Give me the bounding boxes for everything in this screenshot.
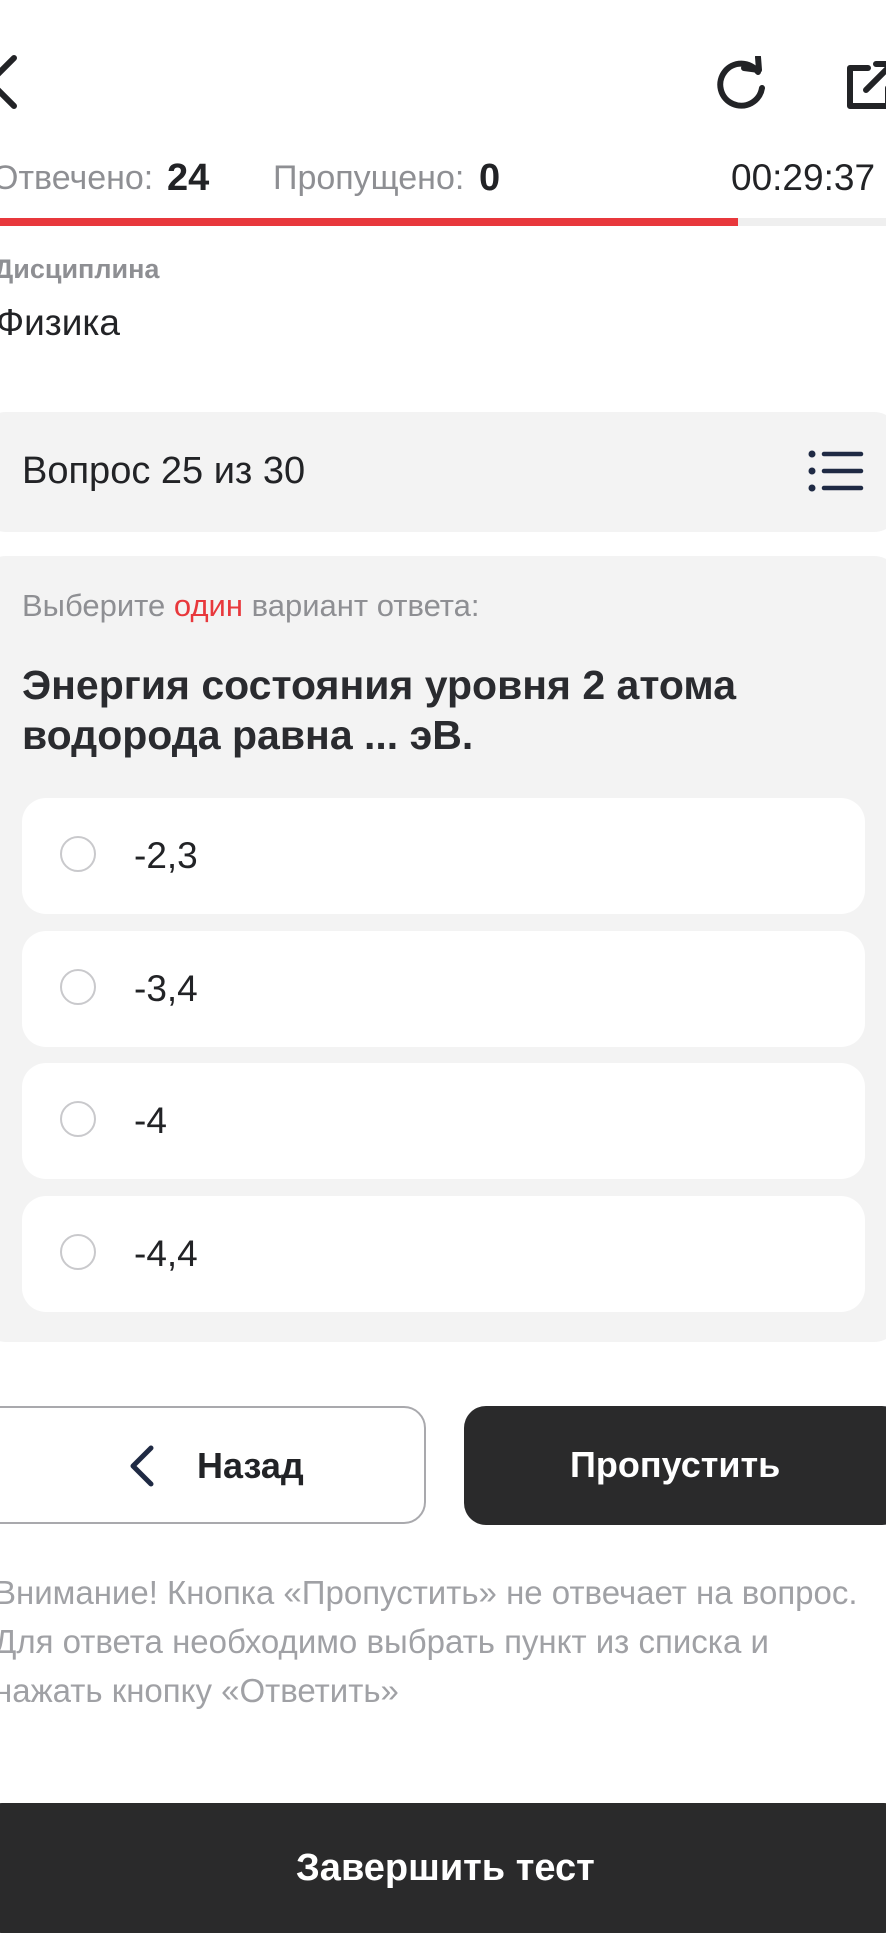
instruction-suffix: вариант ответа: — [251, 588, 480, 623]
question-list-icon[interactable] — [808, 449, 864, 493]
question-counter: Вопрос 25 из 30 — [22, 450, 306, 492]
external-link-icon[interactable] — [842, 58, 886, 114]
instruction-prefix: Выберите — [22, 588, 166, 623]
answered-label: Отвечено: — [0, 159, 154, 197]
answer-option-2[interactable]: -3,4 — [22, 931, 865, 1047]
answer-option-3[interactable]: -4 — [22, 1063, 865, 1179]
answer-option-4[interactable]: -4,4 — [22, 1196, 865, 1312]
answer-instruction: Выберите один вариант ответа: — [22, 588, 480, 624]
reload-icon[interactable] — [712, 54, 770, 114]
radio-button[interactable] — [60, 1234, 96, 1270]
stats-row: Отвечено: 24 Пропущено: 0 00:29:37 — [0, 154, 886, 202]
instruction-accent: один — [173, 588, 243, 623]
question-text: Энергия состояния уровня 2 атома водород… — [22, 662, 736, 758]
answered-count: 24 — [167, 157, 210, 199]
answer-option-label: -3,4 — [134, 968, 198, 1009]
finish-test-button[interactable]: Завершить тест — [0, 1803, 886, 1933]
radio-button[interactable] — [60, 836, 96, 872]
back-button[interactable]: Назад — [0, 1406, 426, 1524]
skipped-count: 0 — [479, 157, 501, 199]
radio-button[interactable] — [60, 969, 96, 1005]
skipped-label: Пропущено: — [273, 159, 465, 197]
radio-button[interactable] — [60, 1101, 96, 1137]
back-chevron-icon[interactable] — [0, 52, 18, 112]
chevron-left-icon — [126, 1444, 156, 1488]
skip-warning-text: Внимание! Кнопка «Пропустить» не отвечае… — [0, 1574, 858, 1709]
answer-option-label: -2,3 — [134, 835, 198, 876]
skip-button[interactable]: Пропустить — [464, 1406, 886, 1525]
discipline-value: Физика — [0, 302, 121, 343]
finish-test-label: Завершить тест — [296, 1847, 595, 1889]
skip-button-label: Пропустить — [570, 1444, 781, 1485]
progress-bar — [0, 218, 886, 226]
answer-option-1[interactable]: -2,3 — [22, 798, 865, 914]
back-button-label: Назад — [197, 1445, 304, 1486]
discipline-label: Дисциплина — [0, 254, 160, 284]
answer-option-label: -4 — [134, 1100, 167, 1141]
timer: 00:29:37 — [731, 157, 876, 198]
answer-option-label: -4,4 — [134, 1233, 198, 1274]
progress-fill — [0, 218, 739, 226]
